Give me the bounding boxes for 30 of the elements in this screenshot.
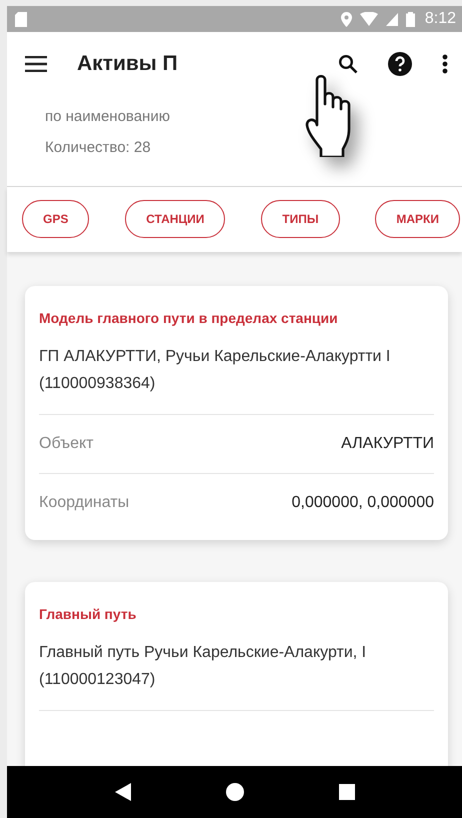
asset-type: Модель главного пути в пределах станции <box>39 310 339 326</box>
back-button[interactable] <box>114 783 130 801</box>
search-button[interactable] <box>338 54 358 74</box>
status-time: 8:12 <box>424 10 456 28</box>
signal-icon <box>386 12 398 26</box>
filter-chip[interactable]: GPS <box>22 200 90 238</box>
asset-card[interactable]: Модель главного пути в пределах станции ГП АЛАКУРТТИ, Ручьи Карельские-Алакуртти I (110000938364) Объект АЛАКУРТТИ Координаты 0,000000, 0,000000 <box>25 286 448 540</box>
asset-card[interactable]: Главный путь Главный путь Ручьи Карельские-Алакурти, I (110000123047) <box>25 582 448 766</box>
more-button[interactable] <box>442 54 448 74</box>
asset-name: ГП АЛАКУРТТИ, Ручьи Карельские-Алакуртти I (110000938364) <box>39 343 434 415</box>
sort-label: по наименованию <box>45 108 171 125</box>
recents-button[interactable] <box>338 784 354 800</box>
filter-chip[interactable]: СТАНЦИИ <box>125 200 226 238</box>
help-button[interactable] <box>388 52 412 76</box>
field-label: Объект <box>39 435 94 453</box>
field-value: АЛАКУРТТИ <box>341 435 434 453</box>
location-icon <box>340 12 352 26</box>
asset-name: Главный путь Ручьи Карельские-Алакурти, I (110000123047) <box>39 639 434 711</box>
app-title: Активы П <box>77 52 179 76</box>
sd-card-icon <box>15 12 27 26</box>
asset-type: Главный путь <box>39 606 138 622</box>
menu-button[interactable] <box>25 56 47 72</box>
count-label: Количество: 28 <box>45 139 152 156</box>
wifi-icon <box>360 12 378 26</box>
field-value: 0,000000, 0,000000 <box>292 494 434 512</box>
filter-chip[interactable]: ТИПЫ <box>261 200 340 238</box>
filter-chip[interactable]: МАРКИ <box>375 200 460 238</box>
home-button[interactable] <box>226 783 244 801</box>
field-label: Координаты <box>39 494 130 512</box>
battery-icon <box>406 12 415 26</box>
